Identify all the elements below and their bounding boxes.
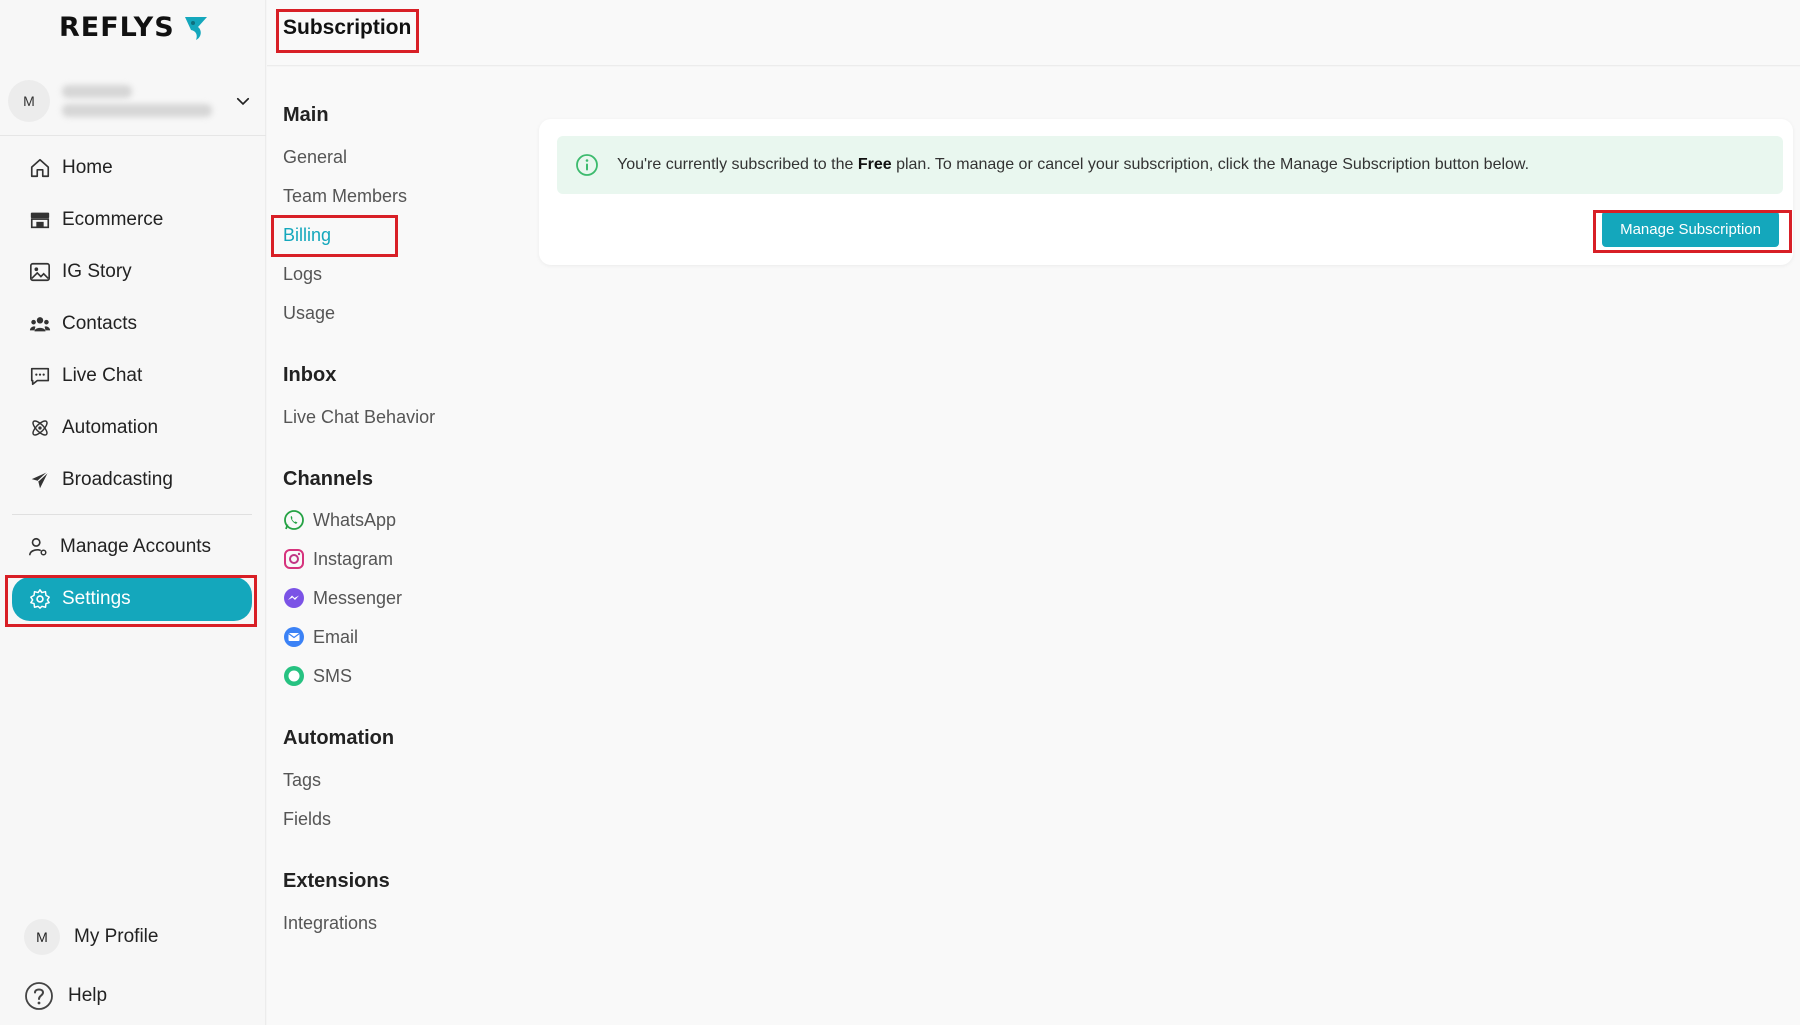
brand-logo[interactable]: REFLYS bbox=[59, 12, 211, 43]
sidebar-item-label: IG Story bbox=[62, 261, 132, 282]
account-switcher[interactable]: M bbox=[8, 78, 260, 124]
channel-label: Instagram bbox=[313, 548, 394, 569]
settings-item-live-chat-behavior[interactable]: Live Chat Behavior bbox=[283, 407, 435, 428]
automation-icon bbox=[28, 416, 52, 440]
settings-item-fields[interactable]: Fields bbox=[283, 809, 331, 830]
settings-item-integrations[interactable]: Integrations bbox=[283, 913, 377, 934]
store-icon bbox=[28, 208, 52, 232]
notice-prefix: You're currently subscribed to the bbox=[617, 156, 854, 173]
user-cog-icon bbox=[26, 535, 50, 559]
settings-item-logs[interactable]: Logs bbox=[283, 264, 322, 285]
main-nav: Home Ecommerce IG Story Contacts Live Ch… bbox=[12, 146, 252, 510]
sidebar-item-ig-story[interactable]: IG Story bbox=[12, 250, 252, 294]
profile-avatar: M bbox=[24, 919, 60, 955]
sidebar: REFLYS M Home Ecommerce IG Story Contact… bbox=[0, 0, 266, 1025]
main-content: You're currently subscribed to the Free … bbox=[537, 67, 1800, 1025]
sidebar-divider bbox=[0, 135, 266, 136]
sidebar-item-label: Home bbox=[62, 157, 113, 178]
section-title-extensions: Extensions bbox=[283, 870, 390, 892]
sms-icon bbox=[284, 666, 304, 686]
section-title-main: Main bbox=[283, 104, 329, 126]
sidebar-item-label: Live Chat bbox=[62, 365, 143, 386]
sidebar-item-label: Contacts bbox=[62, 313, 137, 334]
sidebar-item-ecommerce[interactable]: Ecommerce bbox=[12, 198, 252, 242]
home-icon bbox=[28, 156, 52, 180]
subscription-notice: You're currently subscribed to the Free … bbox=[557, 136, 1783, 194]
settings-item-billing[interactable]: Billing bbox=[283, 225, 331, 246]
image-icon bbox=[28, 260, 52, 284]
sidebar-item-manage-accounts[interactable]: Manage Accounts bbox=[12, 525, 252, 569]
page-title: Subscription bbox=[283, 16, 412, 39]
subscription-card: You're currently subscribed to the Free … bbox=[539, 119, 1793, 265]
info-icon bbox=[576, 154, 598, 176]
sidebar-item-home[interactable]: Home bbox=[12, 146, 252, 190]
section-title-inbox: Inbox bbox=[283, 364, 337, 386]
settings-item-whatsapp[interactable]: WhatsApp bbox=[283, 509, 396, 531]
sidebar-item-label: Manage Accounts bbox=[60, 536, 212, 557]
sidebar-item-label: Broadcasting bbox=[62, 469, 173, 490]
account-info-redacted bbox=[62, 85, 212, 117]
logo-mark-icon bbox=[184, 16, 207, 40]
settings-item-usage[interactable]: Usage bbox=[283, 303, 335, 324]
channel-label: WhatsApp bbox=[313, 509, 397, 530]
instagram-icon bbox=[284, 549, 304, 569]
manage-subscription-button[interactable]: Manage Subscription bbox=[1602, 211, 1779, 247]
sidebar-item-label: Settings bbox=[62, 588, 131, 609]
notice-suffix: plan. To manage or cancel your subscript… bbox=[896, 156, 1530, 173]
page-header: Subscription bbox=[267, 0, 1800, 66]
email-icon bbox=[284, 627, 304, 647]
sidebar-divider bbox=[12, 514, 252, 515]
section-title-automation: Automation bbox=[283, 727, 395, 749]
settings-item-email[interactable]: Email bbox=[283, 626, 358, 648]
settings-item-instagram[interactable]: Instagram bbox=[283, 548, 393, 570]
messenger-icon bbox=[284, 588, 304, 608]
settings-item-general[interactable]: General bbox=[283, 147, 347, 168]
settings-item-sms[interactable]: SMS bbox=[283, 665, 352, 687]
settings-item-tags[interactable]: Tags bbox=[283, 770, 321, 791]
channel-label: Messenger bbox=[313, 587, 403, 608]
sidebar-item-settings[interactable]: Settings bbox=[12, 577, 252, 621]
settings-item-messenger[interactable]: Messenger bbox=[283, 587, 402, 609]
sidebar-item-label: Ecommerce bbox=[62, 209, 164, 230]
brand-name: REFLYS bbox=[59, 12, 175, 43]
sidebar-item-contacts[interactable]: Contacts bbox=[12, 302, 252, 346]
chevron-down-icon[interactable] bbox=[234, 92, 252, 110]
help-label: Help bbox=[68, 985, 108, 1006]
send-icon bbox=[28, 468, 52, 492]
gear-icon bbox=[28, 587, 52, 611]
account-avatar: M bbox=[8, 80, 50, 122]
my-profile-label: My Profile bbox=[74, 926, 159, 947]
chat-icon bbox=[28, 364, 52, 388]
channel-label: Email bbox=[313, 626, 359, 647]
my-profile-link[interactable]: M My Profile bbox=[24, 917, 254, 957]
settings-menu: Main General Team Members Billing Logs U… bbox=[267, 67, 537, 1025]
settings-item-team-members[interactable]: Team Members bbox=[283, 186, 407, 207]
help-icon bbox=[25, 982, 53, 1010]
section-title-channels: Channels bbox=[283, 468, 374, 490]
contacts-icon bbox=[28, 312, 52, 336]
sidebar-item-automation[interactable]: Automation bbox=[12, 406, 252, 450]
channel-label: SMS bbox=[313, 665, 353, 686]
sidebar-item-live-chat[interactable]: Live Chat bbox=[12, 354, 252, 398]
plan-name: Free bbox=[857, 156, 892, 173]
sidebar-item-broadcasting[interactable]: Broadcasting bbox=[12, 458, 252, 502]
sidebar-item-label: Automation bbox=[62, 417, 159, 438]
help-link[interactable]: Help bbox=[24, 976, 254, 1016]
subscription-notice-text: You're currently subscribed to the Free … bbox=[617, 156, 1529, 174]
secondary-nav: Manage Accounts Settings bbox=[12, 525, 252, 629]
whatsapp-icon bbox=[284, 510, 304, 530]
